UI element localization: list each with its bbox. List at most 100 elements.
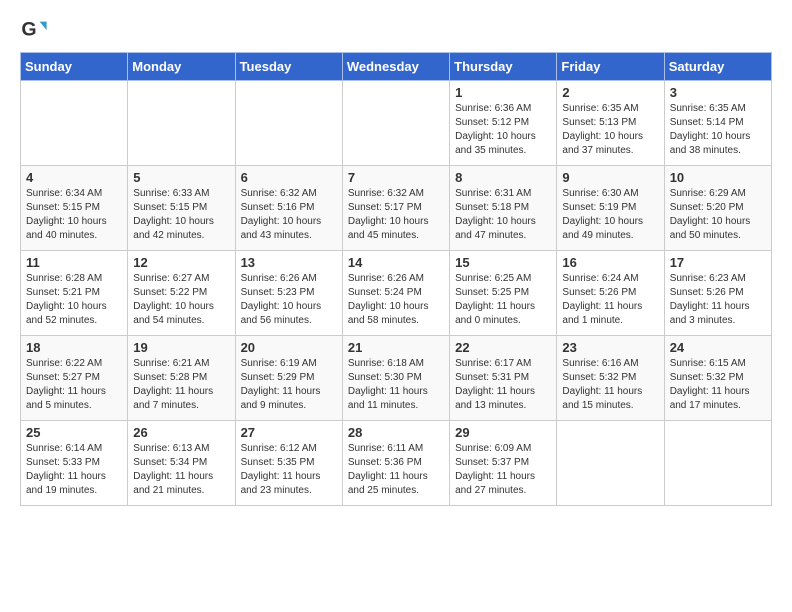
calendar-cell: 22 Sunrise: 6:17 AM Sunset: 5:31 PM Dayli…: [450, 336, 557, 421]
day-number: 2: [562, 85, 658, 100]
day-number: 9: [562, 170, 658, 185]
calendar-week-row: 18 Sunrise: 6:22 AM Sunset: 5:27 PM Dayli…: [21, 336, 772, 421]
day-number: 27: [241, 425, 337, 440]
day-number: 23: [562, 340, 658, 355]
day-info: Sunrise: 6:32 AM Sunset: 5:16 PM Dayligh…: [241, 187, 337, 243]
calendar-cell: 1 Sunrise: 6:36 AM Sunset: 5:12 PM Daylig…: [450, 81, 557, 166]
weekday-header-tuesday: Tuesday: [235, 53, 342, 81]
day-info: Sunrise: 6:28 AM Sunset: 5:21 PM Dayligh…: [26, 272, 122, 328]
weekday-header-saturday: Saturday: [664, 53, 771, 81]
day-info: Sunrise: 6:33 AM Sunset: 5:15 PM Dayligh…: [133, 187, 229, 243]
day-number: 13: [241, 255, 337, 270]
day-number: 24: [670, 340, 766, 355]
day-number: 22: [455, 340, 551, 355]
calendar-cell: 2 Sunrise: 6:35 AM Sunset: 5:13 PM Daylig…: [557, 81, 664, 166]
day-info: Sunrise: 6:18 AM Sunset: 5:30 PM Dayligh…: [348, 357, 444, 413]
day-info: Sunrise: 6:22 AM Sunset: 5:27 PM Dayligh…: [26, 357, 122, 413]
day-info: Sunrise: 6:17 AM Sunset: 5:31 PM Dayligh…: [455, 357, 551, 413]
calendar-cell: 7 Sunrise: 6:32 AM Sunset: 5:17 PM Daylig…: [342, 166, 449, 251]
calendar-cell: [342, 81, 449, 166]
calendar-cell: 27 Sunrise: 6:12 AM Sunset: 5:35 PM Dayli…: [235, 421, 342, 506]
day-info: Sunrise: 6:32 AM Sunset: 5:17 PM Dayligh…: [348, 187, 444, 243]
day-number: 29: [455, 425, 551, 440]
weekday-header-thursday: Thursday: [450, 53, 557, 81]
day-number: 1: [455, 85, 551, 100]
day-info: Sunrise: 6:11 AM Sunset: 5:36 PM Dayligh…: [348, 442, 444, 498]
calendar-cell: 20 Sunrise: 6:19 AM Sunset: 5:29 PM Dayli…: [235, 336, 342, 421]
calendar-cell: 10 Sunrise: 6:29 AM Sunset: 5:20 PM Dayli…: [664, 166, 771, 251]
day-info: Sunrise: 6:19 AM Sunset: 5:29 PM Dayligh…: [241, 357, 337, 413]
calendar-cell: 17 Sunrise: 6:23 AM Sunset: 5:26 PM Dayli…: [664, 251, 771, 336]
day-info: Sunrise: 6:09 AM Sunset: 5:37 PM Dayligh…: [455, 442, 551, 498]
day-number: 19: [133, 340, 229, 355]
day-number: 11: [26, 255, 122, 270]
day-info: Sunrise: 6:29 AM Sunset: 5:20 PM Dayligh…: [670, 187, 766, 243]
calendar-cell: [557, 421, 664, 506]
calendar-week-row: 25Sunrise: 6:14 AM Sunset: 5:33 PM Dayli…: [21, 421, 772, 506]
logo: G: [20, 16, 52, 44]
weekday-header-wednesday: Wednesday: [342, 53, 449, 81]
calendar-cell: 23 Sunrise: 6:16 AM Sunset: 5:32 PM Dayli…: [557, 336, 664, 421]
day-info: Sunrise: 6:26 AM Sunset: 5:24 PM Dayligh…: [348, 272, 444, 328]
calendar-table: SundayMondayTuesdayWednesdayThursdayFrid…: [20, 52, 772, 506]
calendar-cell: 9Sunrise: 6:30 AM Sunset: 5:19 PM Daylig…: [557, 166, 664, 251]
calendar-cell: 26 Sunrise: 6:13 AM Sunset: 5:34 PM Dayli…: [128, 421, 235, 506]
calendar-cell: [128, 81, 235, 166]
day-number: 16: [562, 255, 658, 270]
day-info: Sunrise: 6:34 AM Sunset: 5:15 PM Dayligh…: [26, 187, 122, 243]
day-info: Sunrise: 6:23 AM Sunset: 5:26 PM Dayligh…: [670, 272, 766, 328]
weekday-header-monday: Monday: [128, 53, 235, 81]
calendar-cell: 4 Sunrise: 6:34 AM Sunset: 5:15 PM Daylig…: [21, 166, 128, 251]
weekday-header-row: SundayMondayTuesdayWednesdayThursdayFrid…: [21, 53, 772, 81]
weekday-header-friday: Friday: [557, 53, 664, 81]
day-info: Sunrise: 6:14 AM Sunset: 5:33 PM Dayligh…: [26, 442, 122, 498]
calendar-cell: 15 Sunrise: 6:25 AM Sunset: 5:25 PM Dayli…: [450, 251, 557, 336]
day-number: 20: [241, 340, 337, 355]
calendar-cell: 13 Sunrise: 6:26 AM Sunset: 5:23 PM Dayli…: [235, 251, 342, 336]
calendar-cell: 25Sunrise: 6:14 AM Sunset: 5:33 PM Dayli…: [21, 421, 128, 506]
day-number: 26: [133, 425, 229, 440]
calendar-cell: 8 Sunrise: 6:31 AM Sunset: 5:18 PM Daylig…: [450, 166, 557, 251]
day-number: 18: [26, 340, 122, 355]
weekday-header-sunday: Sunday: [21, 53, 128, 81]
day-number: 10: [670, 170, 766, 185]
day-number: 6: [241, 170, 337, 185]
day-info: Sunrise: 6:12 AM Sunset: 5:35 PM Dayligh…: [241, 442, 337, 498]
calendar-cell: 12Sunrise: 6:27 AM Sunset: 5:22 PM Dayli…: [128, 251, 235, 336]
day-info: Sunrise: 6:16 AM Sunset: 5:32 PM Dayligh…: [562, 357, 658, 413]
day-info: Sunrise: 6:26 AM Sunset: 5:23 PM Dayligh…: [241, 272, 337, 328]
calendar-cell: [235, 81, 342, 166]
day-number: 21: [348, 340, 444, 355]
day-info: Sunrise: 6:21 AM Sunset: 5:28 PM Dayligh…: [133, 357, 229, 413]
day-info: Sunrise: 6:25 AM Sunset: 5:25 PM Dayligh…: [455, 272, 551, 328]
calendar-cell: 14 Sunrise: 6:26 AM Sunset: 5:24 PM Dayli…: [342, 251, 449, 336]
day-number: 17: [670, 255, 766, 270]
day-number: 5: [133, 170, 229, 185]
day-info: Sunrise: 6:13 AM Sunset: 5:34 PM Dayligh…: [133, 442, 229, 498]
day-number: 8: [455, 170, 551, 185]
day-info: Sunrise: 6:15 AM Sunset: 5:32 PM Dayligh…: [670, 357, 766, 413]
day-number: 14: [348, 255, 444, 270]
day-number: 4: [26, 170, 122, 185]
day-info: Sunrise: 6:36 AM Sunset: 5:12 PM Dayligh…: [455, 102, 551, 158]
day-number: 15: [455, 255, 551, 270]
day-info: Sunrise: 6:31 AM Sunset: 5:18 PM Dayligh…: [455, 187, 551, 243]
calendar-cell: 28 Sunrise: 6:11 AM Sunset: 5:36 PM Dayli…: [342, 421, 449, 506]
calendar-cell: 29 Sunrise: 6:09 AM Sunset: 5:37 PM Dayli…: [450, 421, 557, 506]
day-info: Sunrise: 6:24 AM Sunset: 5:26 PM Dayligh…: [562, 272, 658, 328]
svg-text:G: G: [21, 19, 36, 41]
calendar-cell: 6 Sunrise: 6:32 AM Sunset: 5:16 PM Daylig…: [235, 166, 342, 251]
day-info: Sunrise: 6:35 AM Sunset: 5:13 PM Dayligh…: [562, 102, 658, 158]
calendar-cell: 18 Sunrise: 6:22 AM Sunset: 5:27 PM Dayli…: [21, 336, 128, 421]
calendar-cell: 19 Sunrise: 6:21 AM Sunset: 5:28 PM Dayli…: [128, 336, 235, 421]
calendar-cell: 3Sunrise: 6:35 AM Sunset: 5:14 PM Daylig…: [664, 81, 771, 166]
day-number: 7: [348, 170, 444, 185]
day-number: 12: [133, 255, 229, 270]
calendar-week-row: 1 Sunrise: 6:36 AM Sunset: 5:12 PM Daylig…: [21, 81, 772, 166]
logo-icon: G: [20, 16, 48, 44]
calendar-cell: 11 Sunrise: 6:28 AM Sunset: 5:21 PM Dayli…: [21, 251, 128, 336]
calendar-cell: 21 Sunrise: 6:18 AM Sunset: 5:30 PM Dayli…: [342, 336, 449, 421]
calendar-cell: [21, 81, 128, 166]
calendar-cell: 16 Sunrise: 6:24 AM Sunset: 5:26 PM Dayli…: [557, 251, 664, 336]
day-number: 28: [348, 425, 444, 440]
